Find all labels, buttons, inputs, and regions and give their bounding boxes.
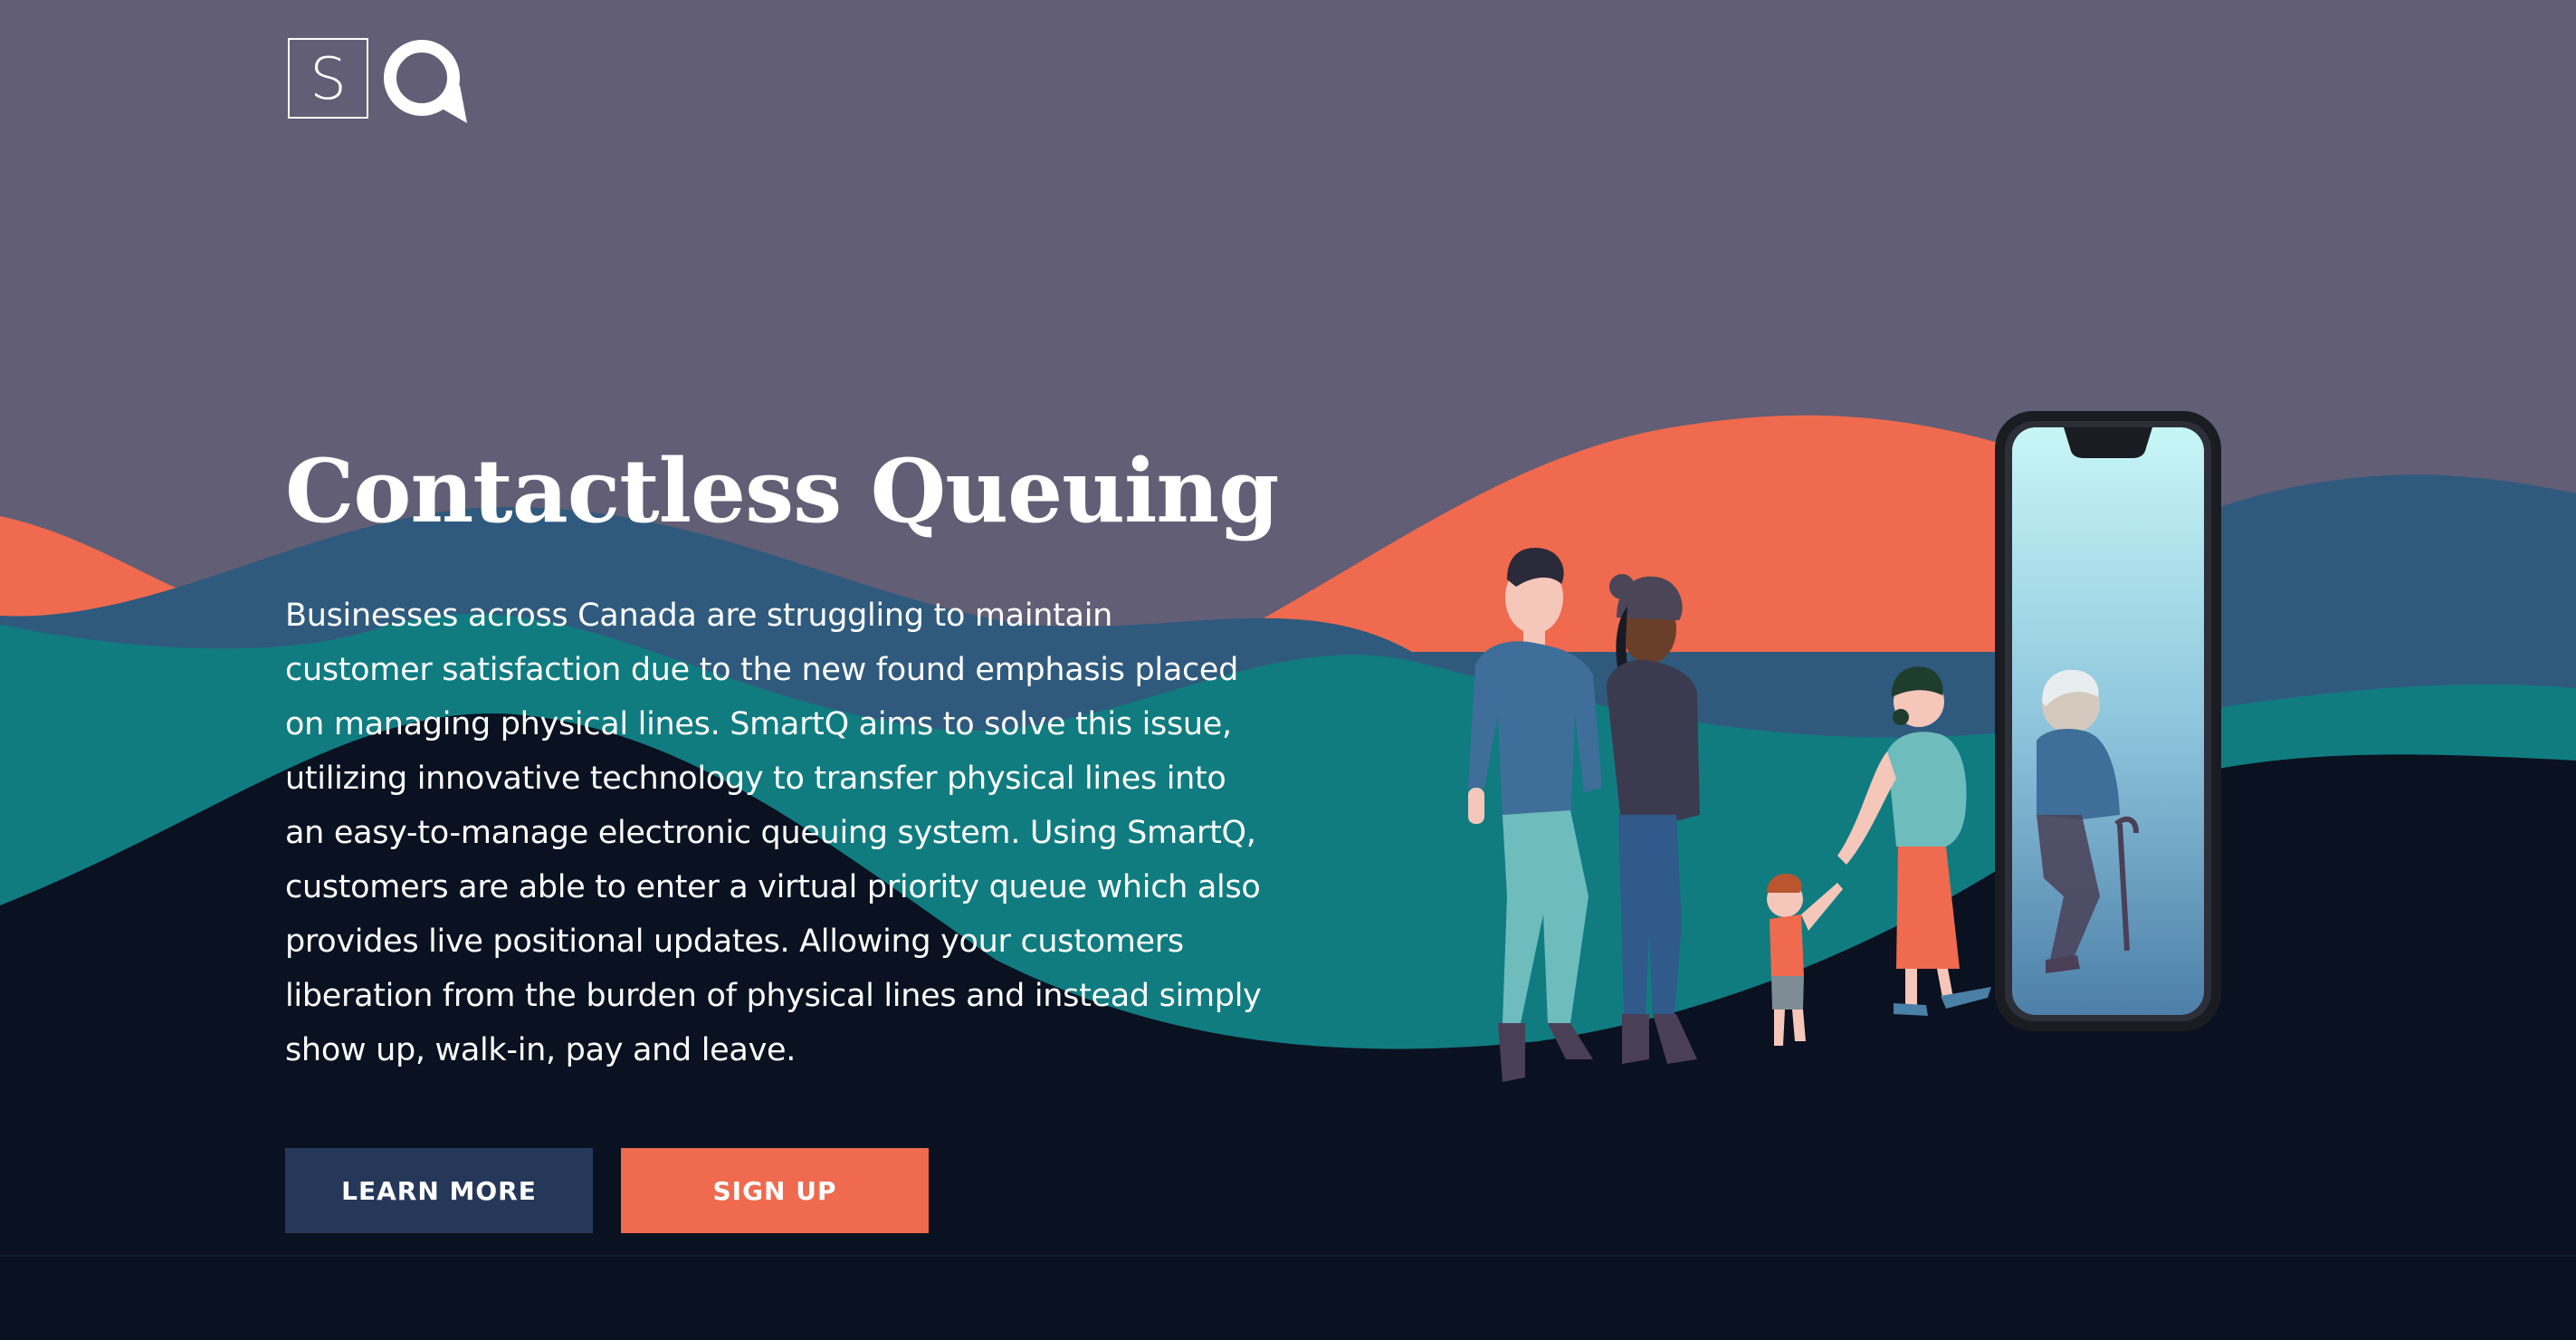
woman-beanie-figure: [1607, 574, 1700, 1064]
section-divider: [0, 1255, 2576, 1257]
pregnant-woman-figure: [1837, 666, 1991, 1016]
smartq-logo[interactable]: S: [288, 38, 469, 125]
child-figure: [1767, 873, 1843, 1046]
learn-more-button[interactable]: LEARN MORE: [285, 1148, 593, 1233]
smartphone-figure: [1995, 411, 2221, 1031]
logo-s-box: S: [288, 38, 368, 119]
q-speech-bubble-icon: [384, 40, 467, 123]
man-figure: [1468, 548, 1602, 1082]
hero-title: Contactless Queuing: [285, 440, 1279, 542]
hero-illustration: [1468, 411, 2221, 1082]
sign-up-button[interactable]: SIGN UP: [621, 1148, 929, 1233]
hero-description: Businesses across Canada are struggling …: [285, 598, 1262, 1068]
